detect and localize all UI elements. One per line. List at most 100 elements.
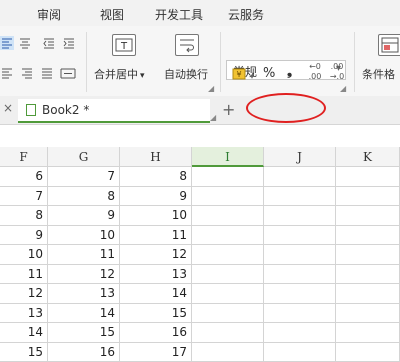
cell[interactable] (192, 206, 264, 226)
cell[interactable]: 16 (48, 343, 120, 362)
alignment-launcher-icon[interactable]: ◢ (208, 84, 214, 93)
cell[interactable]: 15 (48, 323, 120, 343)
cell[interactable] (336, 206, 400, 226)
cell[interactable]: 15 (0, 343, 48, 362)
align-bottom-left-icon[interactable] (0, 66, 14, 84)
formula-bar[interactable] (0, 125, 400, 148)
cell[interactable]: 8 (0, 206, 48, 226)
thousands-separator-button[interactable]: ❟ (287, 64, 292, 79)
menu-tab-view[interactable]: 视图 (100, 6, 124, 23)
cell[interactable] (264, 167, 336, 187)
cell[interactable]: 11 (0, 265, 48, 285)
column-header-i[interactable]: I (192, 147, 264, 167)
cell[interactable] (264, 226, 336, 246)
align-center-icon[interactable] (18, 36, 32, 54)
cell[interactable] (336, 343, 400, 362)
cell[interactable] (264, 284, 336, 304)
align-left-selected-icon[interactable] (0, 36, 14, 50)
add-tab-button[interactable]: + (222, 100, 235, 119)
number-launcher-icon[interactable]: ◢ (340, 84, 346, 93)
cell[interactable]: 11 (120, 226, 192, 246)
cell[interactable] (336, 265, 400, 285)
cell[interactable]: 13 (120, 265, 192, 285)
merge-center-icon[interactable]: T (112, 34, 136, 56)
cell[interactable] (192, 187, 264, 207)
cell[interactable]: 13 (0, 304, 48, 324)
column-header-k[interactable]: K (336, 147, 400, 167)
cell[interactable] (264, 187, 336, 207)
cell[interactable] (336, 284, 400, 304)
cell[interactable]: 14 (120, 284, 192, 304)
cell[interactable]: 17 (120, 343, 192, 362)
wrap-text-label[interactable]: 自动换行 (164, 66, 208, 82)
document-tab-book2[interactable]: Book2 * (18, 99, 210, 123)
conditional-format-label[interactable]: 条件格 (362, 66, 395, 82)
table-row: 91011 (0, 226, 400, 246)
percent-button[interactable]: % (263, 66, 275, 81)
cell[interactable] (336, 187, 400, 207)
column-header-g[interactable]: G (48, 147, 120, 167)
cell[interactable]: 12 (120, 245, 192, 265)
close-icon[interactable]: × (3, 101, 13, 115)
cell[interactable]: 14 (0, 323, 48, 343)
cell[interactable] (264, 323, 336, 343)
cell[interactable] (336, 304, 400, 324)
cell[interactable] (336, 167, 400, 187)
cell[interactable]: 9 (120, 187, 192, 207)
menu-tab-developer[interactable]: 开发工具 (155, 6, 203, 23)
cell[interactable]: 9 (48, 206, 120, 226)
cell[interactable] (192, 226, 264, 246)
cell[interactable] (192, 245, 264, 265)
increase-indent-icon[interactable] (62, 36, 76, 54)
cell[interactable]: 10 (0, 245, 48, 265)
decrease-decimal-button[interactable]: .00 →.0 (328, 62, 346, 82)
conditional-format-icon[interactable] (378, 34, 400, 56)
cell[interactable] (192, 343, 264, 362)
cell[interactable]: 10 (120, 206, 192, 226)
cell[interactable]: 7 (48, 167, 120, 187)
cell[interactable]: 15 (120, 304, 192, 324)
table-row: 678 (0, 167, 400, 187)
cell[interactable] (192, 265, 264, 285)
currency-icon[interactable]: ¥▾ (232, 66, 254, 86)
cell[interactable] (192, 284, 264, 304)
cell[interactable]: 13 (48, 284, 120, 304)
cell[interactable] (192, 167, 264, 187)
merge-center-button[interactable]: 合并居中▾ (94, 66, 145, 82)
cell[interactable] (264, 343, 336, 362)
column-header-f[interactable]: F (0, 147, 48, 167)
cell[interactable]: 12 (0, 284, 48, 304)
decrease-indent-icon[interactable] (42, 36, 56, 54)
cell[interactable]: 14 (48, 304, 120, 324)
column-header-j[interactable]: J (264, 147, 336, 167)
cell[interactable] (336, 245, 400, 265)
cell[interactable] (264, 206, 336, 226)
cell[interactable]: 6 (0, 167, 48, 187)
merge-center-label: 合并居中 (94, 68, 138, 81)
column-header-h[interactable]: H (120, 147, 192, 167)
menu-tab-review[interactable]: 审阅 (37, 6, 61, 23)
cell[interactable] (192, 304, 264, 324)
distributed-icon[interactable] (60, 66, 76, 84)
cell[interactable]: 9 (0, 226, 48, 246)
svg-text:▾: ▾ (250, 72, 254, 81)
cell[interactable]: 11 (48, 245, 120, 265)
table-row: 131415 (0, 304, 400, 324)
cell[interactable] (264, 304, 336, 324)
cell[interactable]: 12 (48, 265, 120, 285)
cell[interactable] (336, 323, 400, 343)
cell[interactable]: 16 (120, 323, 192, 343)
wrap-text-icon[interactable] (175, 34, 199, 56)
cell[interactable] (336, 226, 400, 246)
align-right-icon[interactable] (20, 66, 34, 84)
cell[interactable] (192, 323, 264, 343)
cell[interactable] (264, 245, 336, 265)
cell[interactable]: 8 (120, 167, 192, 187)
cell[interactable]: 7 (0, 187, 48, 207)
cell[interactable]: 10 (48, 226, 120, 246)
increase-decimal-button[interactable]: ←0 .00 (306, 62, 324, 82)
cell[interactable]: 8 (48, 187, 120, 207)
menu-tab-cloud[interactable]: 云服务 (228, 6, 264, 23)
justify-icon[interactable] (40, 66, 54, 84)
cell[interactable] (264, 265, 336, 285)
